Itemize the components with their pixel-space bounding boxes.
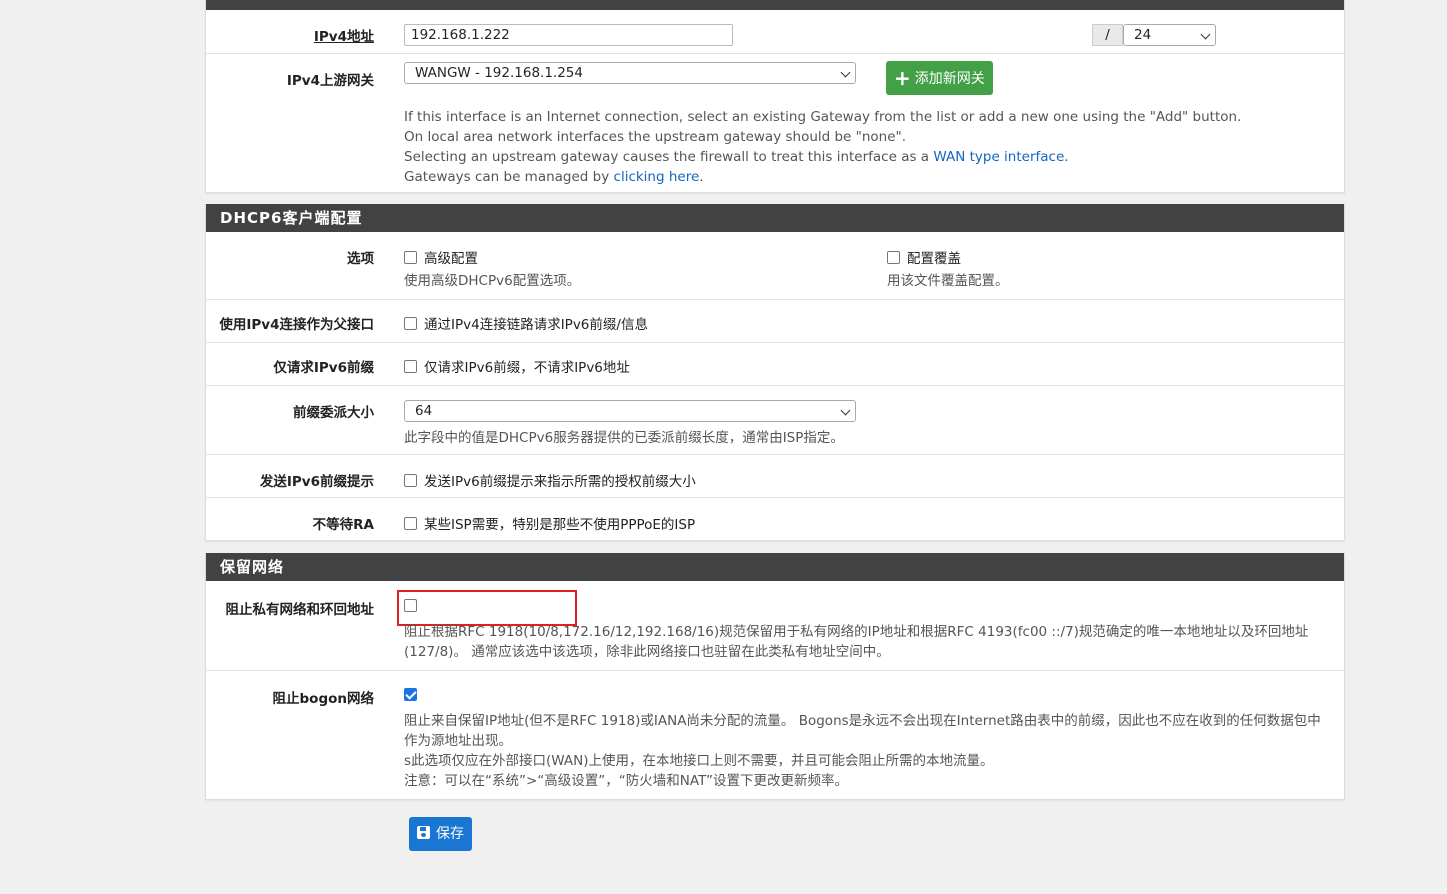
prefix-only-cb-label: 仅请求IPv6前缀，不请求IPv6地址 bbox=[424, 360, 630, 376]
block-bogon-checkbox[interactable] bbox=[404, 688, 417, 701]
ipv4-gateway-row: IPv4上游网关 WANGW - 192.168.1.254 + 添加新网关 If… bbox=[206, 53, 1344, 192]
ipv4-gateway-label: IPv4上游网关 bbox=[286, 73, 374, 89]
gateway-help-line1: If this interface is an Internet connect… bbox=[404, 109, 1242, 125]
ipv4-address-input[interactable]: 192.168.1.222 bbox=[404, 24, 733, 46]
wan-type-interface-link[interactable]: WAN type interface bbox=[933, 149, 1064, 165]
ipv4-gateway-select[interactable]: WANGW - 192.168.1.254 bbox=[404, 62, 856, 84]
chevron-down-icon bbox=[1200, 29, 1211, 40]
no-wait-ra-checkbox[interactable] bbox=[404, 517, 417, 530]
parent-interface-row: 使用IPv4连接作为父接口 通过IPv4连接链路请求IPv6前缀/信息 bbox=[206, 299, 1344, 342]
save-icon bbox=[417, 826, 430, 839]
prefix-hint-label: 发送IPv6前缀提示 bbox=[259, 474, 374, 490]
block-bogon-help-line4: 注意：可以在“系统”>“高级设置”，“防火墙和NAT”设置下更改更新频率。 bbox=[404, 773, 849, 789]
parent-interface-option: 通过IPv4连接链路请求IPv6前缀/信息 bbox=[404, 313, 648, 333]
config-override-option: 配置覆盖 用该文件覆盖配置。 bbox=[887, 247, 1009, 291]
gateway-help-line4: Gateways can be managed by clicking here… bbox=[404, 167, 1324, 187]
highlight-box bbox=[397, 590, 577, 626]
prefix-only-label: 仅请求IPv6前缀 bbox=[273, 360, 374, 376]
gateway-help-line2: On local area network interfaces the ups… bbox=[404, 129, 907, 145]
block-bogon-help-line2: 作为源地址出现。 bbox=[404, 733, 512, 749]
dhcp6-panel: DHCP6客户端配置 选项 高级配置 使用高级DHCPv6配置选项。 配置覆盖 … bbox=[205, 204, 1345, 541]
delegation-size-value: 64 bbox=[415, 403, 433, 419]
ipv4-address-label: IPv4地址 bbox=[313, 29, 374, 45]
ipv4-panel-heading bbox=[206, 0, 1344, 10]
block-private-row: 阻止私有网络和环回地址 阻止根据RFC 1918(10/8,172.16/12,… bbox=[206, 581, 1344, 670]
block-bogon-label: 阻止bogon网络 bbox=[272, 691, 375, 707]
no-wait-ra-cb-label: 某些ISP需要，特别是那些不使用PPPoE的ISP bbox=[424, 517, 696, 533]
parent-interface-checkbox[interactable] bbox=[404, 317, 417, 330]
delegation-size-label: 前缀委派大小 bbox=[293, 405, 374, 421]
plus-icon: + bbox=[894, 66, 911, 90]
block-private-label: 阻止私有网络和环回地址 bbox=[225, 602, 375, 618]
advanced-config-label: 高级配置 bbox=[424, 251, 478, 267]
ipv4-panel: IPv4地址 192.168.1.222 / 24 IPv4上游网关 WANGW… bbox=[205, 0, 1345, 193]
clicking-here-link[interactable]: clicking here bbox=[614, 169, 700, 185]
chevron-down-icon bbox=[840, 405, 851, 416]
block-private-help-line2: (127/8)。 通常应该选中该选项，除非此网络接口也驻留在此类私有地址空间中。 bbox=[404, 644, 890, 660]
dhcp6-options-label: 选项 bbox=[347, 251, 374, 267]
help-text: . bbox=[699, 169, 704, 185]
delegation-size-row: 前缀委派大小 64 此字段中的值是DHCPv6服务器提供的已委派前缀长度，通常由… bbox=[206, 385, 1344, 454]
prefix-hint-row: 发送IPv6前缀提示 发送IPv6前缀提示来指示所需的授权前缀大小 bbox=[206, 454, 1344, 497]
dhcp6-heading: DHCP6客户端配置 bbox=[206, 204, 1344, 232]
prefix-only-option: 仅请求IPv6前缀，不请求IPv6地址 bbox=[404, 356, 630, 376]
parent-interface-cb-label: 通过IPv4连接链路请求IPv6前缀/信息 bbox=[424, 317, 648, 333]
subnet-slash: / bbox=[1092, 24, 1123, 46]
config-override-checkbox[interactable] bbox=[887, 251, 900, 264]
block-bogon-help-line1: 阻止来自保留IP地址(但不是RFC 1918)或IANA尚未分配的流量。 Bog… bbox=[404, 713, 1321, 729]
block-bogon-option bbox=[404, 688, 424, 704]
parent-interface-label: 使用IPv4连接作为父接口 bbox=[219, 317, 374, 333]
gateway-help-line3: Selecting an upstream gateway causes the… bbox=[404, 147, 1324, 167]
subnet-mask-value: 24 bbox=[1134, 27, 1152, 43]
ipv4-gateway-value: WANGW - 192.168.1.254 bbox=[415, 65, 583, 81]
prefix-hint-cb-label: 发送IPv6前缀提示来指示所需的授权前缀大小 bbox=[424, 474, 696, 490]
prefix-only-checkbox[interactable] bbox=[404, 360, 417, 373]
ipv4-address-row: IPv4地址 192.168.1.222 / 24 bbox=[206, 10, 1344, 53]
save-label: 保存 bbox=[436, 826, 464, 842]
no-wait-ra-option: 某些ISP需要，特别是那些不使用PPPoE的ISP bbox=[404, 513, 695, 533]
config-override-help: 用该文件覆盖配置。 bbox=[887, 273, 1009, 289]
add-gateway-button[interactable]: + 添加新网关 bbox=[886, 61, 993, 95]
help-text: Gateways can be managed by bbox=[404, 169, 614, 185]
no-wait-ra-label: 不等待RA bbox=[312, 517, 374, 533]
prefix-hint-checkbox[interactable] bbox=[404, 474, 417, 487]
add-gateway-label: 添加新网关 bbox=[914, 71, 985, 87]
reserved-networks-panel: 保留网络 阻止私有网络和环回地址 阻止根据RFC 1918(10/8,172.1… bbox=[205, 553, 1345, 800]
help-text: . bbox=[1064, 149, 1069, 165]
subnet-mask-select[interactable]: 24 bbox=[1123, 24, 1216, 46]
advanced-config-option: 高级配置 使用高级DHCPv6配置选项。 bbox=[404, 247, 580, 291]
delegation-size-select[interactable]: 64 bbox=[404, 400, 856, 422]
prefix-hint-option: 发送IPv6前缀提示来指示所需的授权前缀大小 bbox=[404, 470, 696, 490]
no-wait-ra-row: 不等待RA 某些ISP需要，特别是那些不使用PPPoE的ISP bbox=[206, 497, 1344, 540]
block-bogon-help-line3: s此选项仅应在外部接口(WAN)上使用，在本地接口上则不需要，并且可能会阻止所需… bbox=[404, 753, 994, 769]
block-private-help-line1: 阻止根据RFC 1918(10/8,172.16/12,192.168/16)规… bbox=[404, 624, 1309, 640]
delegation-size-help: 此字段中的值是DHCPv6服务器提供的已委派前缀长度，通常由ISP指定。 bbox=[404, 430, 844, 446]
advanced-config-checkbox[interactable] bbox=[404, 251, 417, 264]
block-bogon-help: 阻止来自保留IP地址(但不是RFC 1918)或IANA尚未分配的流量。 Bog… bbox=[404, 711, 1339, 791]
ipv4-gateway-help: If this interface is an Internet connect… bbox=[404, 107, 1324, 187]
block-private-help: 阻止根据RFC 1918(10/8,172.16/12,192.168/16)规… bbox=[404, 622, 1324, 662]
chevron-down-icon bbox=[840, 67, 851, 78]
prefix-only-row: 仅请求IPv6前缀 仅请求IPv6前缀，不请求IPv6地址 bbox=[206, 342, 1344, 385]
config-override-label: 配置覆盖 bbox=[907, 251, 961, 267]
advanced-config-help: 使用高级DHCPv6配置选项。 bbox=[404, 273, 581, 289]
block-bogon-row: 阻止bogon网络 阻止来自保留IP地址(但不是RFC 1918)或IANA尚未… bbox=[206, 670, 1344, 799]
help-text: Selecting an upstream gateway causes the… bbox=[404, 149, 934, 165]
save-button[interactable]: 保存 bbox=[409, 817, 472, 851]
reserved-networks-heading: 保留网络 bbox=[206, 553, 1344, 581]
dhcp6-options-row: 选项 高级配置 使用高级DHCPv6配置选项。 配置覆盖 用该文件覆盖配置。 bbox=[206, 232, 1344, 299]
